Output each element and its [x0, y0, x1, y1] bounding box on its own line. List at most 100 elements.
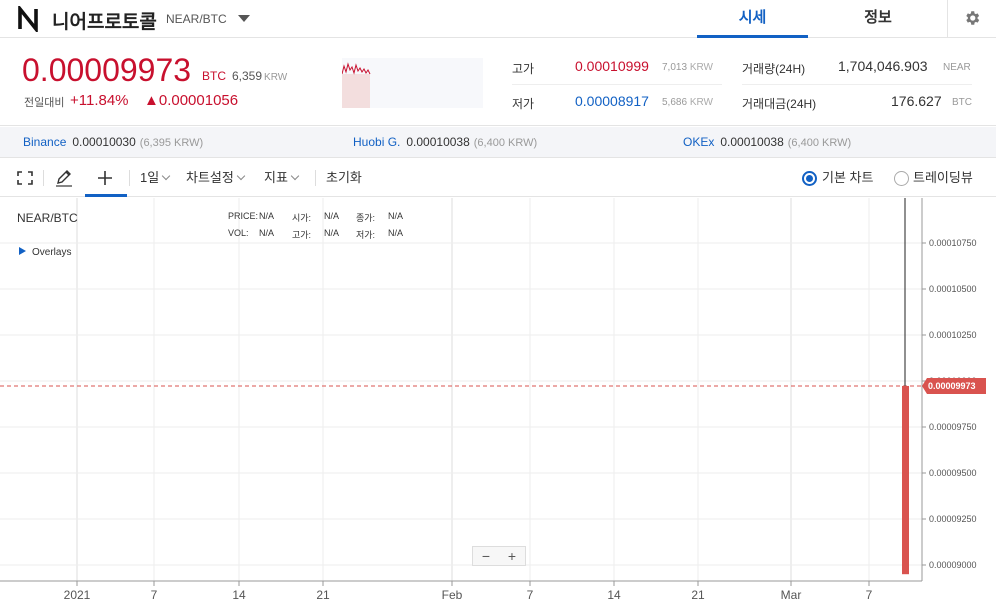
overlays-label: Overlays — [32, 247, 72, 258]
high-krw: 7,013 KRW — [662, 62, 713, 73]
candle-body — [902, 385, 909, 575]
chart-settings-label: 차트설정 — [186, 170, 234, 185]
exchange-krw: (6,400 KRW) — [787, 137, 852, 149]
volume-label: 거래량(24H) — [742, 62, 806, 76]
krw-unit: KRW — [264, 72, 288, 83]
x-tick-label: 2021 — [64, 588, 91, 602]
overlays-toggle[interactable]: Overlays — [19, 247, 71, 258]
price-panel: 0.00009973 BTC 6,359 KRW 전일대비 +11.84% ▲0.… — [0, 38, 996, 126]
change-label: 전일대비 — [24, 97, 65, 109]
fullscreen-icon — [17, 171, 33, 185]
current-price-unit: BTC — [202, 69, 226, 83]
high-label: 고가 — [512, 62, 535, 76]
current-price-krw: 6,359 KRW — [232, 69, 287, 83]
indicators-button[interactable]: 지표 — [264, 159, 300, 197]
low-krw-unit: KRW — [689, 97, 713, 108]
zoom-out-button[interactable]: − — [473, 548, 499, 564]
exchange-name: Huobi G. — [353, 135, 401, 149]
zoom-controls: − + — [472, 546, 526, 566]
tradingview-label[interactable]: 트레이딩뷰 — [913, 159, 973, 197]
y-tick-label: 0.00010500 — [929, 284, 977, 294]
y-tick-label: 0.00009750 — [929, 422, 977, 432]
chart-toolbar: 1일 차트설정 지표 초기화 기본 차트 트레이딩뷰 — [0, 159, 996, 197]
chart-settings-button[interactable]: 차트설정 — [186, 159, 246, 197]
tradingview-radio[interactable] — [894, 171, 909, 186]
legend-high-label: 고가: — [292, 230, 312, 240]
tab-quote[interactable]: 시세 — [697, 0, 808, 38]
crosshair-button[interactable] — [85, 159, 127, 197]
indicators-label: 지표 — [264, 170, 288, 185]
stat-divider — [742, 84, 972, 85]
x-tick-label: Mar — [781, 588, 802, 602]
x-tick-label: Feb — [442, 588, 463, 602]
legend-low-value: N/A — [388, 228, 404, 238]
exchange-krw: (6,395 KRW) — [139, 137, 204, 149]
interval-label: 1일 — [140, 170, 160, 185]
triangle-right-icon — [19, 247, 26, 255]
chevron-down-icon — [161, 171, 171, 181]
change-amount: ▲0.00001056 — [144, 92, 239, 109]
amount-unit: BTC — [952, 97, 972, 108]
change-percent: +11.84% — [70, 92, 129, 109]
basic-chart-label[interactable]: 기본 차트 — [822, 159, 873, 197]
x-tick-label: 7 — [527, 588, 534, 602]
high-krw-value: 7,013 — [662, 62, 688, 73]
exchange-price-bar: Binance 0.00010030 (6,395 KRW) Huobi G. 0.0… — [0, 127, 996, 158]
legend-volume-label: VOL: — [228, 228, 249, 238]
krw-value: 6,359 — [232, 69, 263, 83]
low-krw: 5,686 KRW — [662, 97, 713, 108]
x-tick-label: 21 — [316, 588, 330, 602]
chevron-down-icon — [236, 171, 246, 181]
legend-close-label: 종가: — [356, 213, 376, 223]
toolbar-divider — [43, 170, 44, 186]
interval-select[interactable]: 1일 — [140, 159, 171, 197]
toolbar-divider — [129, 170, 130, 186]
draw-button[interactable] — [52, 159, 78, 197]
header: 니어프로토콜 NEAR/BTC 시세 정보 — [0, 0, 996, 38]
exchange-name: Binance — [23, 135, 67, 149]
caret-down-icon[interactable] — [238, 15, 250, 22]
price-chart[interactable]: 2021 7 14 21 Feb 7 14 21 Mar 7 0.00010750 0.0001050… — [0, 198, 996, 613]
high-krw-unit: KRW — [689, 62, 713, 73]
y-tick-label: 0.00009000 — [929, 560, 977, 570]
legend-price-label: PRICE: — [228, 211, 259, 221]
low-krw-value: 5,686 — [662, 97, 688, 108]
amount-label: 거래대금(24H) — [742, 97, 817, 111]
volume-unit: NEAR — [943, 62, 971, 73]
current-price: 0.00009973 — [22, 52, 192, 88]
legend-open-value: N/A — [324, 211, 340, 221]
low-value: 0.00008917 — [575, 93, 649, 109]
x-tick-label: 14 — [607, 588, 621, 602]
low-label: 저가 — [512, 97, 535, 111]
settings-button[interactable] — [947, 0, 996, 38]
reset-button[interactable]: 초기화 — [326, 159, 362, 197]
toolbar-divider — [315, 170, 316, 186]
exchange-item[interactable]: OKEx 0.00010038 (6,400 KRW) — [683, 135, 851, 149]
exchange-name: OKEx — [683, 135, 715, 149]
x-tick-label: 7 — [866, 588, 873, 602]
exchange-krw: (6,400 KRW) — [473, 137, 538, 149]
zoom-in-button[interactable]: + — [499, 548, 525, 564]
chart-title: NEAR/BTC — [17, 211, 78, 225]
exchange-price: 0.00010038 — [720, 135, 784, 149]
y-tick-label: 0.00009250 — [929, 514, 977, 524]
x-tick-label: 7 — [151, 588, 158, 602]
near-logo-icon[interactable] — [16, 6, 42, 32]
sparkline-chart — [342, 58, 483, 108]
y-tick-label: 0.00009500 — [929, 468, 977, 478]
exchange-item[interactable]: Huobi G. 0.00010038 (6,400 KRW) — [353, 135, 537, 149]
fullscreen-button[interactable] — [14, 159, 38, 197]
tab-info[interactable]: 정보 — [822, 0, 934, 38]
legend-price-value: N/A — [259, 211, 275, 221]
exchange-item[interactable]: Binance 0.00010030 (6,395 KRW) — [23, 135, 203, 149]
basic-chart-radio[interactable] — [802, 171, 817, 186]
legend-low-label: 저가: — [356, 230, 376, 240]
gear-icon — [966, 11, 980, 25]
amount-value: 176.627 — [891, 93, 942, 109]
pair-label[interactable]: NEAR/BTC — [166, 12, 227, 26]
high-value: 0.00010999 — [575, 58, 649, 74]
y-tick-label: 0.00010250 — [929, 330, 977, 340]
y-tick-label: 0.00010750 — [929, 238, 977, 248]
x-tick-label: 14 — [232, 588, 246, 602]
exchange-price: 0.00010030 — [72, 135, 136, 149]
